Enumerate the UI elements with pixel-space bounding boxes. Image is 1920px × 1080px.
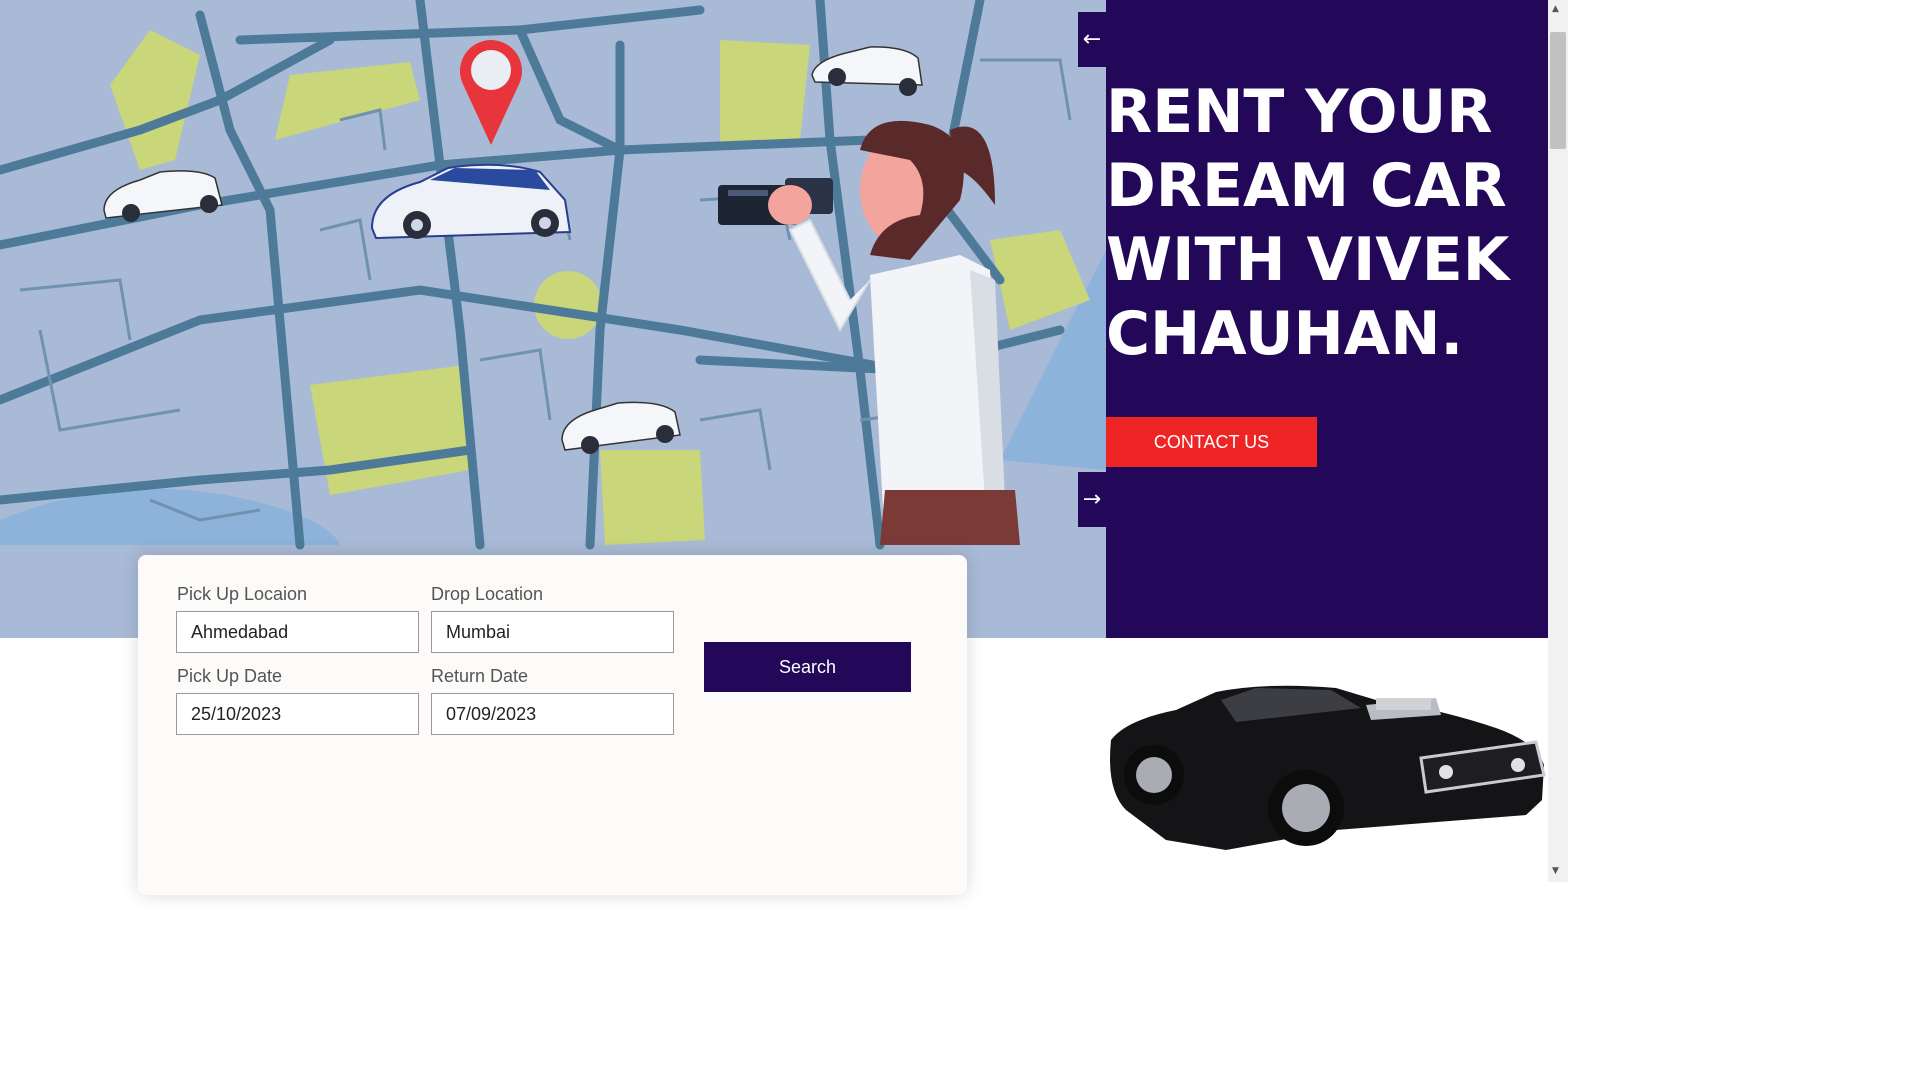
search-button[interactable]: Search (704, 642, 911, 692)
pickup-date-label: Pick Up Date (177, 666, 283, 686)
drop-location-input[interactable] (431, 611, 674, 653)
contact-us-button[interactable]: CONTACT US (1106, 417, 1317, 467)
map-pin-icon (459, 40, 522, 145)
car-icon (561, 401, 681, 454)
return-date-label: Return Date (431, 666, 529, 686)
slider-next-button[interactable]: → (1078, 472, 1106, 527)
car-image (1110, 685, 1546, 850)
pickup-location-label: Pick Up Locaion (177, 584, 308, 604)
slider-prev-button[interactable]: ← (1078, 12, 1106, 67)
map-illustration (0, 0, 1106, 550)
drop-location-label: Drop Location (431, 584, 544, 604)
scrollbar-thumb[interactable] (1550, 32, 1566, 149)
hero-headline: RENT YOUR DREAM CAR WITH VIVEK CHAUHAN. (1106, 77, 1510, 369)
return-date-input[interactable] (431, 693, 674, 735)
hero-map-illustration (0, 0, 1106, 638)
arrow-right-icon: → (1082, 487, 1102, 512)
arrow-left-icon: ← (1082, 27, 1102, 52)
pickup-date-input[interactable] (176, 693, 419, 735)
scroll-up-arrow-icon[interactable]: ▲ (1552, 4, 1559, 14)
scroll-down-arrow-icon[interactable]: ▼ (1552, 866, 1559, 876)
pickup-location-input[interactable] (176, 611, 419, 653)
